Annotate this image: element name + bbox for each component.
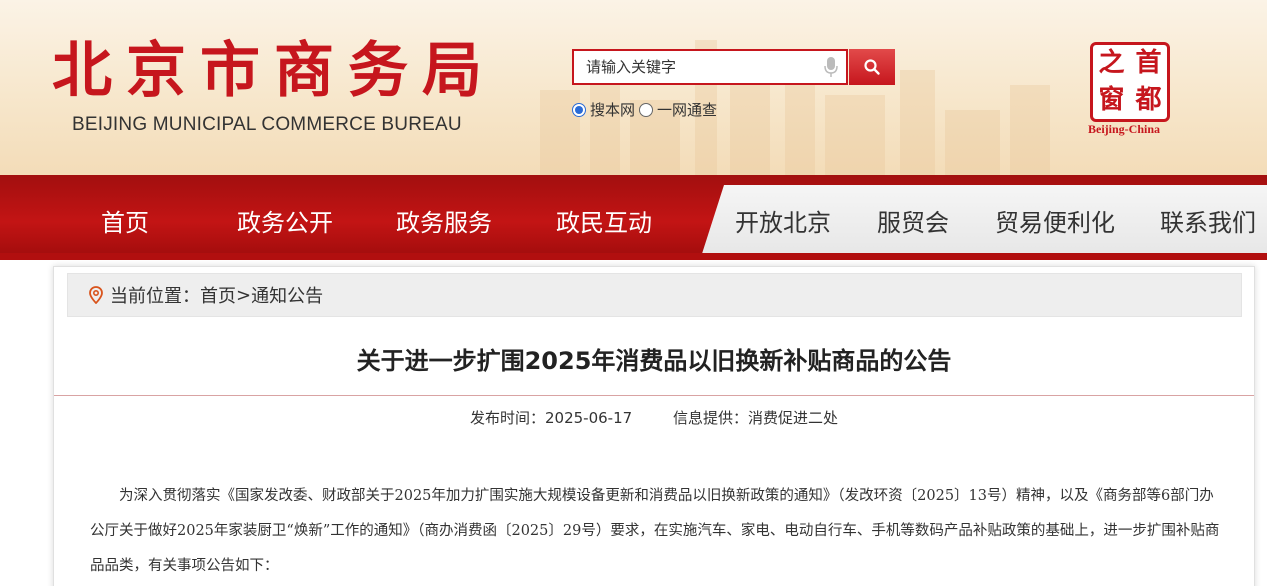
search-icon: [864, 59, 880, 75]
seal-char: 都: [1135, 85, 1162, 115]
seal-char: 窗: [1098, 85, 1125, 115]
skyline-decoration: [540, 40, 1050, 175]
breadcrumb-current-link[interactable]: 通知公告: [251, 282, 323, 308]
capital-window-logo[interactable]: 之 首 窗 都: [1090, 42, 1170, 122]
title-divider: [54, 395, 1254, 396]
microphone-icon[interactable]: [824, 56, 838, 78]
breadcrumb-prefix: 当前位置：: [110, 286, 200, 307]
article-paragraph: 为深入贯彻落实《国家发改委、财政部关于2025年加力扩围实施大规模设备更新和消费…: [90, 488, 1220, 574]
scope-radio-all[interactable]: [639, 102, 654, 117]
article-panel: 当前位置： 首页 > 通知公告 关于进一步扩围2025年消费品以旧换新补贴商品的…: [53, 266, 1255, 586]
scope-label-site[interactable]: 搜本网: [590, 99, 635, 120]
nav-item-open-beijing[interactable]: 开放北京: [735, 208, 831, 238]
article-title: 关于进一步扩围2025年消费品以旧换新补贴商品的公告: [356, 347, 952, 375]
search-button[interactable]: [849, 49, 895, 85]
breadcrumb-home-link[interactable]: 首页: [200, 282, 236, 308]
main-nav: 首页 政务公开 政务服务 政民互动 开放北京 服贸会 贸易便利化 联系我们: [0, 175, 1267, 260]
scope-radio-site[interactable]: [572, 102, 586, 117]
nav-item-gov-affairs[interactable]: 政务公开: [237, 208, 333, 238]
site-logo-text[interactable]: 北京市商务局: [52, 36, 496, 106]
site-logo-en: BEIJING MUNICIPAL COMMERCE BUREAU: [72, 114, 462, 135]
breadcrumb-separator: >: [236, 284, 252, 306]
search-box: [572, 49, 848, 85]
nav-item-interaction[interactable]: 政民互动: [556, 208, 652, 238]
site-header: 北京市商务局 BEIJING MUNICIPAL COMMERCE BUREAU…: [0, 0, 1267, 175]
nav-bottom-line: [0, 253, 1267, 260]
nav-item-contact[interactable]: 联系我们: [1160, 208, 1256, 238]
search-input[interactable]: [574, 51, 814, 83]
nav-item-ciftis[interactable]: 服贸会: [877, 208, 949, 238]
nav-item-trade-facilitation[interactable]: 贸易便利化: [995, 208, 1115, 238]
location-pin-icon: [89, 286, 103, 304]
breadcrumb: 当前位置： 首页 > 通知公告: [67, 273, 1242, 317]
capital-window-logo-en: Beijing-China: [1088, 122, 1161, 136]
publish-time: 发布时间：2025-06-17: [470, 409, 633, 427]
nav-item-home[interactable]: 首页: [101, 208, 149, 238]
info-source: 信息提供：消费促进二处: [672, 409, 838, 427]
article-meta: 发布时间：2025-06-17 信息提供：消费促进二处: [54, 407, 1254, 428]
seal-char: 之: [1098, 48, 1125, 78]
search-scope-options: 搜本网 一网通查: [572, 99, 721, 120]
nav-item-gov-services[interactable]: 政务服务: [396, 208, 492, 238]
seal-char: 首: [1135, 48, 1162, 78]
scope-label-all[interactable]: 一网通查: [657, 99, 717, 120]
